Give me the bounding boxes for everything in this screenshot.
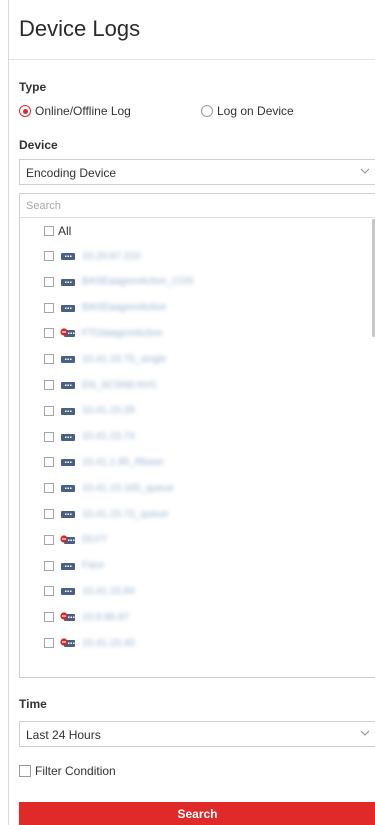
device-row[interactable]: DLVY bbox=[44, 532, 107, 548]
device-checkbox[interactable] bbox=[44, 431, 54, 442]
device-checkbox[interactable] bbox=[44, 405, 54, 416]
device-row[interactable]: 10.41.15.72_queue bbox=[44, 506, 168, 522]
encoder-device-icon bbox=[61, 253, 75, 260]
device-row[interactable]: 10.20.87.210 bbox=[44, 248, 140, 264]
log-on-device-radio[interactable]: Log on Device bbox=[201, 104, 294, 118]
device-name: 10.41.15.74 bbox=[82, 431, 135, 443]
device-name: 10.20.87.210 bbox=[82, 250, 141, 262]
online-offline-log-radio[interactable]: Online/Offline Log bbox=[19, 104, 131, 118]
device-name: 10.41.15.72_queue bbox=[82, 508, 169, 520]
device-checkbox[interactable] bbox=[44, 302, 54, 313]
device-name: 10.8.86.87 bbox=[82, 611, 130, 623]
device-logs-panel: Device Logs Type Online/Offline Log Log … bbox=[8, 0, 375, 825]
device-row[interactable]: 10.41.1.85_Rbase bbox=[44, 454, 164, 470]
device-checkbox[interactable] bbox=[44, 509, 54, 519]
encoder-device-icon bbox=[61, 356, 75, 364]
device-type-value: Encoding Device bbox=[26, 166, 117, 180]
device-row[interactable]: BASEaagemActive_COS bbox=[44, 274, 194, 290]
device-checkbox[interactable] bbox=[44, 457, 54, 468]
encoder-offline-icon bbox=[60, 535, 75, 544]
filter-condition-label: Filter Condition bbox=[35, 764, 116, 778]
device-checkbox[interactable] bbox=[44, 612, 54, 623]
time-range-value: Last 24 Hours bbox=[26, 728, 101, 742]
device-row[interactable]: BASEaagemActive bbox=[44, 300, 167, 316]
select-all-checkbox[interactable] bbox=[44, 226, 54, 236]
device-checkbox[interactable] bbox=[44, 638, 54, 648]
type-radio-group: Online/Offline Log Log on Device bbox=[19, 104, 359, 118]
device-type-select[interactable]: Encoding Device bbox=[19, 159, 375, 185]
encoder-device-icon bbox=[61, 407, 75, 415]
encoder-device-icon bbox=[61, 278, 75, 286]
device-name: BASEaagemActive_COS bbox=[82, 276, 194, 288]
device-checkbox[interactable] bbox=[44, 354, 54, 365]
chevron-down-icon bbox=[360, 168, 370, 174]
device-row[interactable]: 10.41.15.84 bbox=[44, 583, 135, 599]
panel-header: Device Logs bbox=[9, 0, 375, 60]
device-name: 10.41.15.28 bbox=[82, 405, 135, 417]
device-checkbox[interactable] bbox=[44, 276, 54, 287]
device-row[interactable]: 10.41.15.74 bbox=[44, 429, 135, 445]
device-name: 10.41.15.40 bbox=[82, 637, 135, 649]
device-row[interactable]: FTOtaagemActive bbox=[44, 325, 162, 341]
device-checkbox[interactable] bbox=[44, 251, 54, 261]
device-row[interactable]: 10.41.15.165_queue bbox=[44, 480, 174, 496]
encoder-device-icon bbox=[61, 304, 75, 312]
encoder-device-icon bbox=[61, 382, 75, 389]
encoder-device-icon bbox=[61, 485, 75, 493]
device-checkbox[interactable] bbox=[44, 560, 54, 571]
encoder-device-icon bbox=[61, 588, 75, 596]
device-tree-panel: All 10.20.87.210 BASEaagemActive_COS BASEa… bbox=[19, 193, 375, 678]
device-name: 10.41.15.75_single bbox=[82, 353, 167, 365]
device-name: 10.41.15.84 bbox=[82, 585, 135, 597]
encoder-device-icon bbox=[61, 433, 75, 441]
device-checkbox[interactable] bbox=[44, 380, 54, 390]
filter-condition-checkbox[interactable] bbox=[19, 765, 31, 777]
device-search-input[interactable] bbox=[20, 194, 375, 218]
device-name: FTOtaagemActive bbox=[82, 327, 163, 339]
type-label: Type bbox=[19, 80, 47, 94]
device-row[interactable]: 10.41.15.75_single bbox=[44, 351, 167, 367]
encoder-offline-icon bbox=[60, 612, 75, 622]
device-checkbox[interactable] bbox=[44, 483, 54, 494]
select-all-label: All bbox=[58, 224, 72, 238]
filter-condition-toggle[interactable]: Filter Condition bbox=[19, 764, 116, 778]
device-row[interactable]: 10.41.15.40 bbox=[44, 635, 135, 651]
search-button[interactable]: Search bbox=[19, 802, 375, 825]
time-range-select[interactable]: Last 24 Hours bbox=[19, 721, 375, 747]
encoder-offline-icon bbox=[60, 328, 75, 338]
device-name: Face bbox=[82, 560, 105, 572]
encoder-device-icon bbox=[61, 562, 75, 570]
device-name: 10.41.15.165_queue bbox=[82, 482, 174, 494]
device-checkbox[interactable] bbox=[44, 534, 54, 545]
online-offline-log-label: Online/Offline Log bbox=[35, 104, 131, 118]
chevron-down-icon bbox=[360, 730, 370, 736]
device-label: Device bbox=[19, 138, 58, 152]
device-row[interactable]: 10.8.86.87 bbox=[44, 609, 129, 625]
device-name: DLVY bbox=[82, 534, 108, 546]
encoder-offline-icon bbox=[60, 638, 75, 647]
device-checkbox[interactable] bbox=[44, 586, 54, 597]
time-label: Time bbox=[19, 697, 47, 711]
device-name: 10.41.1.85_Rbase bbox=[82, 456, 164, 468]
device-row[interactable]: EN_6CSN8.NVC bbox=[44, 377, 158, 393]
select-all-row[interactable]: All bbox=[44, 224, 71, 238]
device-checkbox[interactable] bbox=[44, 328, 54, 339]
device-name: EN_6CSN8.NVC bbox=[82, 379, 158, 391]
device-name: BASEaagemActive bbox=[82, 302, 167, 314]
encoder-device-icon bbox=[61, 459, 75, 467]
encoder-device-icon bbox=[61, 511, 75, 518]
radio-checked-icon bbox=[19, 105, 31, 117]
page-title: Device Logs bbox=[19, 16, 141, 41]
log-on-device-label: Log on Device bbox=[217, 104, 294, 118]
device-row[interactable]: 10.41.15.28 bbox=[44, 403, 135, 419]
device-row[interactable]: Face bbox=[44, 558, 104, 574]
radio-unchecked-icon bbox=[201, 105, 213, 117]
